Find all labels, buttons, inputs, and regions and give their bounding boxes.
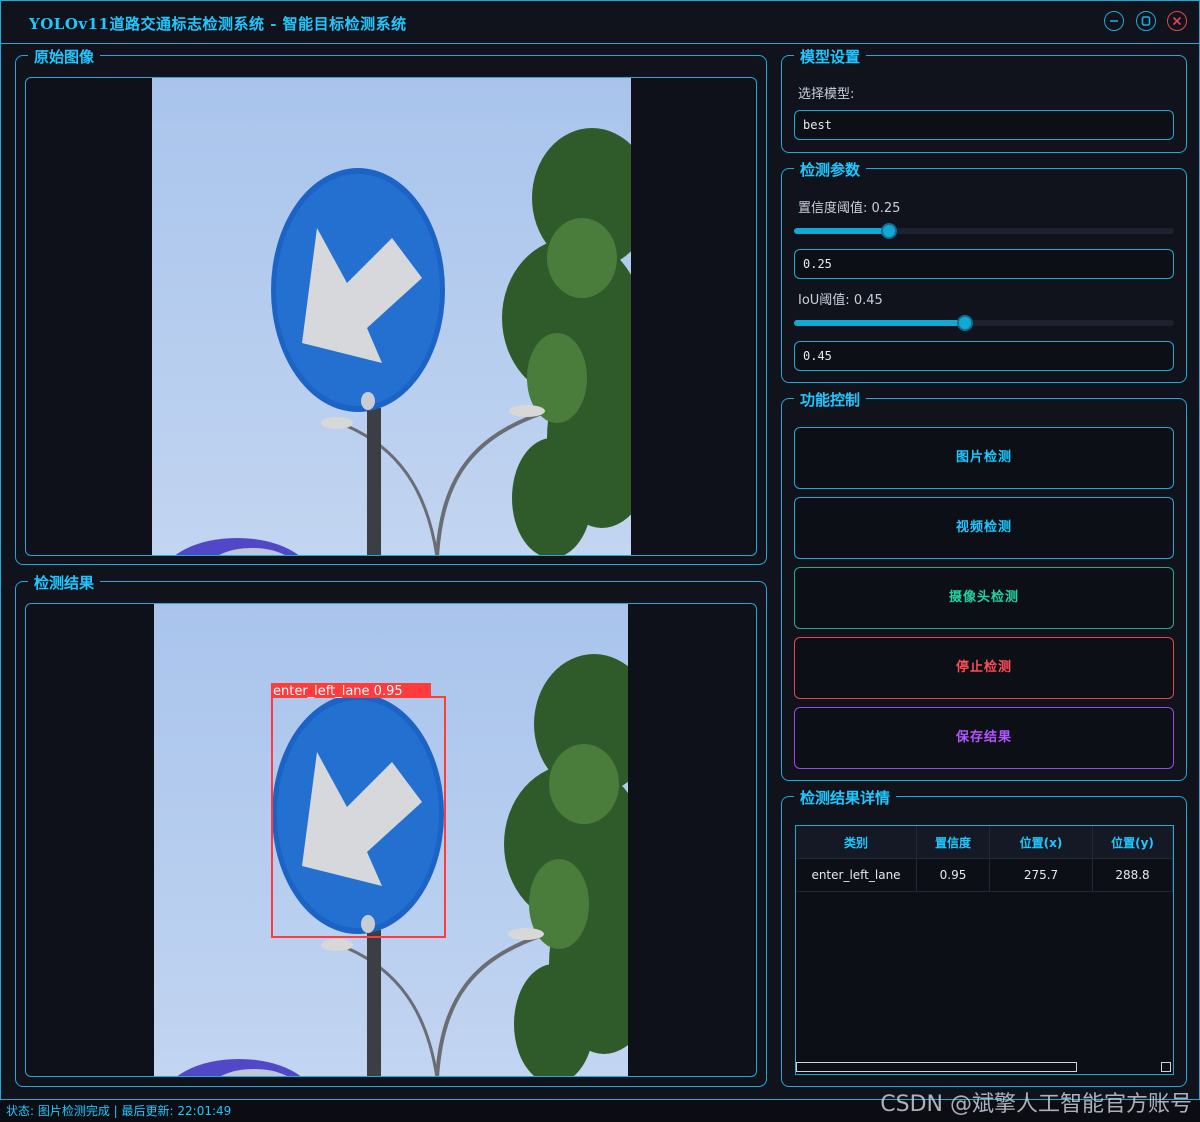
- confidence-input[interactable]: 0.25: [794, 249, 1174, 279]
- model-select[interactable]: best: [794, 110, 1174, 140]
- detection-result-group: 检测结果 enter_left_lane 0.95: [15, 572, 767, 1087]
- detection-result-label: 检测结果: [28, 572, 101, 593]
- result-details-label: 检测结果详情: [794, 787, 897, 808]
- iou-slider-handle[interactable]: [957, 315, 973, 331]
- window-title: YOLOv11道路交通标志检测系统 - 智能目标检测系统: [29, 15, 407, 33]
- detection-params-group: 检测参数 置信度阈值: 0.25 0.25 IoU阈值: 0.45 0.45: [781, 159, 1187, 383]
- iou-slider[interactable]: [794, 315, 1174, 331]
- original-image-group: 原始图像: [15, 46, 767, 565]
- original-image-label: 原始图像: [28, 46, 101, 67]
- cell-y: 288.8: [1092, 858, 1173, 892]
- function-control-label: 功能控制: [794, 389, 867, 410]
- save-result-button[interactable]: 保存结果: [794, 707, 1174, 769]
- watermark-text: CSDN @斌擎人工智能官方账号: [880, 1092, 1192, 1117]
- model-settings-label: 模型设置: [794, 46, 867, 67]
- header-class[interactable]: 类别: [796, 826, 917, 859]
- title-bar: YOLOv11道路交通标志检测系统 - 智能目标检测系统: [1, 1, 1199, 44]
- image-detect-button[interactable]: 图片检测: [794, 427, 1174, 489]
- result-image-frame: enter_left_lane 0.95: [25, 603, 757, 1077]
- result-details-group: 检测结果详情 类别 置信度 位置(x) 位置(y) enter_left_lan…: [781, 787, 1187, 1087]
- function-control-group: 功能控制 图片检测 视频检测 摄像头检测 停止检测 保存结果: [781, 389, 1187, 781]
- header-confidence[interactable]: 置信度: [916, 826, 990, 859]
- horizontal-scrollbar[interactable]: [796, 1062, 1077, 1072]
- stop-detect-button[interactable]: 停止检测: [794, 637, 1174, 699]
- iou-threshold-label: IoU阈值: 0.45: [798, 293, 883, 308]
- cell-x: 275.7: [989, 858, 1093, 892]
- table-row[interactable]: enter_left_lane 0.95 275.7 288.8: [796, 858, 1173, 892]
- main-window: YOLOv11道路交通标志检测系统 - 智能目标检测系统 原始图像 检测结果 e…: [0, 0, 1200, 1100]
- original-image-frame: [25, 77, 757, 556]
- video-detect-button[interactable]: 视频检测: [794, 497, 1174, 559]
- camera-detect-button[interactable]: 摄像头检测: [794, 567, 1174, 629]
- scrollbar-corner: [1161, 1062, 1171, 1072]
- confidence-slider[interactable]: [794, 223, 1174, 239]
- select-model-label: 选择模型:: [798, 87, 855, 102]
- header-y[interactable]: 位置(y): [1092, 826, 1173, 859]
- confidence-slider-fill: [794, 228, 889, 234]
- iou-input[interactable]: 0.45: [794, 341, 1174, 371]
- original-traffic-sign-image: [152, 78, 631, 555]
- maximize-icon: [1141, 16, 1151, 26]
- close-icon: [1172, 16, 1182, 26]
- result-traffic-sign-image: enter_left_lane 0.95: [154, 604, 628, 1076]
- results-table-header: 类别 置信度 位置(x) 位置(y): [796, 826, 1173, 859]
- detection-params-label: 检测参数: [794, 159, 867, 180]
- model-settings-group: 模型设置 选择模型: best: [781, 46, 1187, 153]
- iou-slider-fill: [794, 320, 965, 326]
- results-table: 类别 置信度 位置(x) 位置(y) enter_left_lane 0.95 …: [796, 826, 1173, 892]
- detection-label-text: enter_left_lane 0.95: [273, 684, 403, 699]
- cell-confidence: 0.95: [916, 858, 990, 892]
- confidence-threshold-label: 置信度阈值: 0.25: [798, 201, 901, 216]
- cell-class: enter_left_lane: [796, 858, 917, 892]
- maximize-button[interactable]: [1136, 11, 1156, 31]
- minimize-button[interactable]: [1104, 11, 1124, 31]
- minimize-icon: [1110, 20, 1118, 22]
- results-table-container: 类别 置信度 位置(x) 位置(y) enter_left_lane 0.95 …: [795, 825, 1174, 1075]
- header-x[interactable]: 位置(x): [989, 826, 1093, 859]
- confidence-slider-handle[interactable]: [881, 223, 897, 239]
- close-button[interactable]: [1167, 11, 1187, 31]
